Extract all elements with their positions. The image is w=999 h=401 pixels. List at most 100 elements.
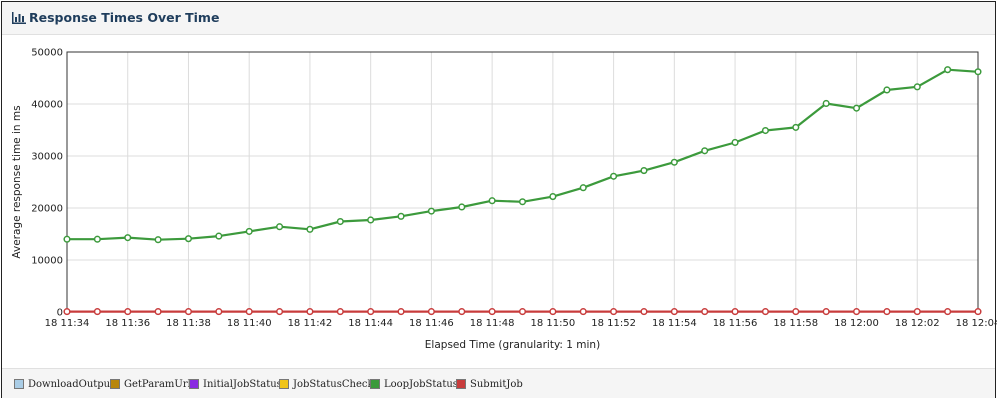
data-point-submitjob[interactable] (276, 308, 284, 316)
data-point-submitjob[interactable] (245, 308, 253, 316)
legend-swatch (189, 379, 199, 389)
legend-swatch (279, 379, 289, 389)
data-point-submitjob[interactable] (488, 308, 496, 316)
data-point-submitjob[interactable] (397, 308, 405, 316)
data-point-submitjob[interactable] (610, 308, 618, 316)
data-point-loopjobstatus[interactable] (852, 104, 861, 112)
data-point-submitjob[interactable] (731, 308, 739, 316)
data-point-loopjobstatus[interactable] (974, 68, 982, 76)
legend-label: GetParamUrl (124, 378, 191, 390)
data-point-loopjobstatus[interactable] (731, 138, 739, 147)
data-point-loopjobstatus[interactable] (184, 235, 193, 243)
data-point-submitjob[interactable] (184, 308, 193, 316)
plot-area (67, 52, 978, 312)
data-point-loopjobstatus[interactable] (701, 147, 709, 155)
panel-header: Response Times Over Time (2, 2, 995, 35)
data-point-loopjobstatus[interactable] (579, 184, 587, 192)
x-axis-title: Elapsed Time (granularity: 1 min) (425, 339, 600, 351)
data-point-submitjob[interactable] (852, 308, 861, 316)
data-point-loopjobstatus[interactable] (367, 216, 375, 224)
data-point-loopjobstatus[interactable] (518, 198, 527, 206)
data-point-loopjobstatus[interactable] (245, 227, 253, 235)
data-point-loopjobstatus[interactable] (124, 234, 132, 242)
data-point-submitjob[interactable] (549, 308, 557, 316)
data-point-submitjob[interactable] (63, 308, 71, 316)
x-tick-label: 18 11:56 (713, 318, 758, 329)
legend-swatch (370, 379, 380, 389)
data-point-loopjobstatus[interactable] (792, 123, 800, 131)
bar-chart-icon (12, 12, 26, 24)
data-point-submitjob[interactable] (883, 308, 891, 316)
data-point-submitjob[interactable] (215, 308, 223, 316)
x-tick-label: 18 11:36 (105, 318, 150, 329)
data-point-loopjobstatus[interactable] (944, 66, 952, 74)
data-point-loopjobstatus[interactable] (93, 235, 101, 243)
y-tick-label: 10000 (31, 256, 63, 267)
data-point-submitjob[interactable] (579, 308, 587, 316)
data-point-loopjobstatus[interactable] (306, 225, 314, 233)
chart-panel: Response Times Over Time 0 10000 20000 3000… (1, 1, 997, 398)
x-tick-label: 18 12:04 (956, 318, 997, 329)
data-point-submitjob[interactable] (367, 308, 375, 316)
data-point-submitjob[interactable] (913, 308, 921, 316)
legend-label: DownloadOutput (28, 378, 115, 390)
data-point-loopjobstatus[interactable] (883, 86, 891, 94)
legend-label: InitialJobStatus (203, 378, 282, 390)
data-point-submitjob[interactable] (701, 308, 709, 316)
data-point-loopjobstatus[interactable] (458, 203, 466, 211)
data-point-loopjobstatus[interactable] (549, 193, 557, 201)
data-point-loopjobstatus[interactable] (427, 207, 435, 215)
data-point-submitjob[interactable] (640, 308, 648, 316)
x-tick-label: 18 11:40 (227, 318, 272, 329)
data-point-loopjobstatus[interactable] (63, 235, 71, 243)
x-tick-label: 18 11:34 (45, 318, 90, 329)
data-point-submitjob[interactable] (974, 308, 982, 316)
chart-legend: DownloadOutput GetParamUrl InitialJobStatu… (2, 368, 995, 398)
data-point-submitjob[interactable] (427, 308, 435, 316)
legend-item-submitjob[interactable]: SubmitJob (456, 378, 523, 390)
data-point-submitjob[interactable] (154, 308, 162, 316)
y-tick-label: 50000 (31, 48, 63, 59)
data-point-loopjobstatus[interactable] (215, 232, 223, 240)
data-point-loopjobstatus[interactable] (488, 197, 496, 205)
x-tick-label: 18 11:48 (470, 318, 515, 329)
y-tick-label: 20000 (31, 204, 63, 215)
data-point-loopjobstatus[interactable] (276, 223, 284, 231)
x-tick-label: 18 11:54 (652, 318, 697, 329)
y-tick-label: 40000 (31, 100, 63, 111)
data-point-loopjobstatus[interactable] (761, 126, 769, 135)
data-point-submitjob[interactable] (336, 308, 344, 316)
legend-item-loopjobstatus[interactable]: LoopJobStatus (370, 378, 458, 390)
data-point-submitjob[interactable] (670, 308, 678, 316)
data-point-loopjobstatus[interactable] (640, 167, 648, 175)
data-point-submitjob[interactable] (944, 308, 952, 316)
x-tick-label: 18 11:38 (166, 318, 211, 329)
data-point-submitjob[interactable] (761, 308, 769, 316)
data-point-submitjob[interactable] (792, 308, 800, 316)
data-point-loopjobstatus[interactable] (822, 99, 830, 108)
x-tick-label: 18 11:52 (591, 318, 636, 329)
data-point-loopjobstatus[interactable] (397, 212, 405, 220)
data-point-loopjobstatus[interactable] (610, 172, 618, 180)
data-point-loopjobstatus[interactable] (336, 217, 344, 226)
y-tick-label: 0 (57, 308, 63, 319)
legend-item-jobstatuscheck[interactable]: JobStatusCheck (279, 378, 374, 390)
legend-item-initialjobstatus[interactable]: InitialJobStatus (189, 378, 282, 390)
x-tick-label: 18 12:00 (834, 318, 879, 329)
y-tick-label: 30000 (31, 152, 63, 163)
data-point-loopjobstatus[interactable] (913, 83, 921, 91)
data-point-submitjob[interactable] (458, 308, 466, 316)
data-point-submitjob[interactable] (306, 308, 314, 316)
data-point-submitjob[interactable] (518, 308, 527, 316)
legend-item-getparamurl[interactable]: GetParamUrl (110, 378, 191, 390)
data-point-loopjobstatus[interactable] (670, 158, 678, 166)
data-point-submitjob[interactable] (124, 308, 132, 316)
legend-item-downloadoutput[interactable]: DownloadOutput (14, 378, 114, 390)
line-chart[interactable]: 0 10000 20000 30000 40000 50000 18 11:34 18 11:… (2, 35, 997, 367)
legend-swatch (110, 379, 120, 389)
data-point-loopjobstatus[interactable] (154, 236, 162, 244)
data-point-submitjob[interactable] (822, 308, 830, 316)
legend-swatch (14, 379, 24, 389)
data-point-submitjob[interactable] (93, 308, 101, 316)
x-tick-label: 18 11:42 (288, 318, 333, 329)
